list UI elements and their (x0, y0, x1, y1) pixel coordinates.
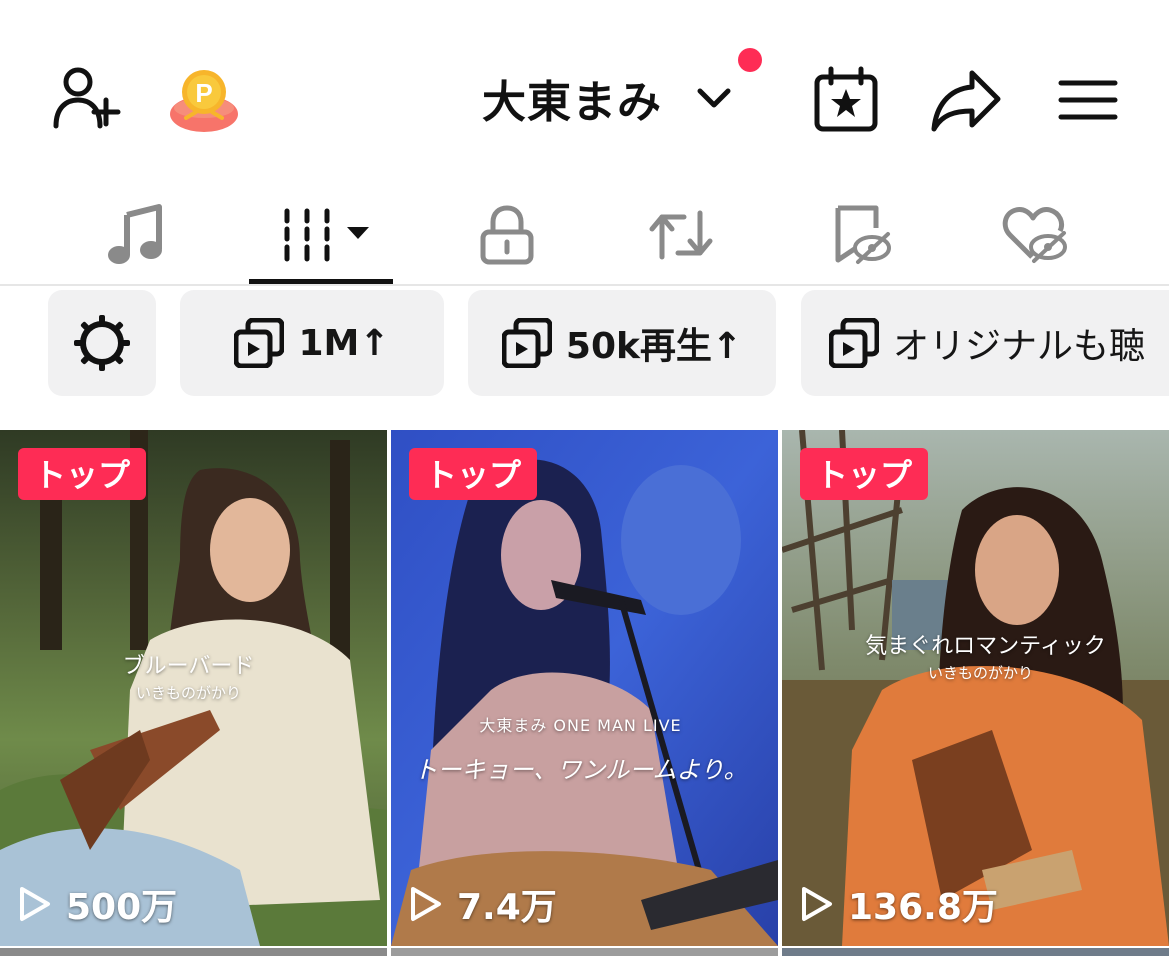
video-overlay-subtitle: いきものがかり (135, 684, 241, 702)
playlist-icon (501, 318, 552, 368)
filter-settings-button[interactable] (48, 290, 156, 396)
playlist-icon (829, 318, 879, 368)
liked-tab[interactable] (990, 185, 1080, 285)
filter-chip-label: オリジナルも聴 (893, 326, 1146, 367)
play-icon (802, 887, 832, 921)
pinned-badge: トップ (18, 448, 147, 500)
video-tile-next-row (391, 948, 778, 956)
lock-icon (480, 205, 534, 265)
filter-chip-label: 1M↑ (298, 322, 390, 364)
share-button[interactable] (926, 62, 1006, 138)
points-button[interactable]: P (166, 62, 242, 138)
pinned-badge: トップ (409, 448, 538, 500)
calendar-button[interactable] (808, 62, 884, 138)
view-count: 500万 (18, 878, 177, 930)
share-icon (931, 70, 1001, 132)
bookmark-hidden-icon (835, 205, 891, 264)
video-overlay-title: 気まぐれロマンティック (865, 634, 1106, 659)
view-count-label: 7.4万 (457, 887, 557, 928)
calendar-star-icon (814, 66, 878, 132)
menu-icon (1058, 80, 1118, 120)
video-tile-next-row (782, 948, 1169, 956)
points-icon: P (170, 70, 238, 132)
gear-icon (74, 315, 130, 371)
music-note-icon (108, 204, 162, 264)
favorites-tab[interactable] (816, 185, 906, 285)
svg-text:P: P (195, 78, 212, 108)
grid-bars-icon (284, 208, 369, 262)
repost-icon (649, 210, 713, 260)
private-tab[interactable] (462, 185, 552, 285)
video-overlay-subtitle: いきものがかり (927, 664, 1033, 682)
account-name-label: 大東まみ (482, 77, 662, 128)
filter-chip-1m[interactable]: 1M↑ (180, 290, 444, 396)
play-icon (20, 887, 50, 921)
video-overlay-title: 大東まみ ONE MAN LIVE (479, 716, 682, 735)
heart-hidden-icon (1002, 207, 1067, 263)
playlist-icon (234, 318, 285, 368)
video-thumbnail (782, 430, 1169, 946)
video-overlay-subtitle: トーキョー、ワンルームより。 (413, 756, 748, 784)
video-tile[interactable]: 大東まみ ONE MAN LIVE トーキョー、ワンルームより。 トップ 7.4… (391, 430, 778, 946)
tab-divider (0, 284, 1169, 286)
video-tile-next-row (0, 948, 387, 956)
video-overlay-title: ブルーバード (122, 654, 255, 679)
view-count: 136.8万 (800, 878, 998, 930)
add-user-button[interactable] (48, 62, 124, 138)
videos-tab[interactable] (262, 185, 382, 285)
video-tile[interactable]: 気まぐれロマンティック いきものがかり トップ 136.8万 (782, 430, 1169, 946)
filter-chip-label: 50k再生↑ (565, 326, 743, 367)
video-tile[interactable]: ブルーバード いきものがかり トップ 500万 (0, 430, 387, 946)
play-icon (411, 887, 441, 921)
music-tab[interactable] (90, 185, 180, 285)
account-switcher-button[interactable] (690, 78, 738, 118)
pinned-badge: トップ (800, 448, 929, 500)
reposts-tab[interactable] (636, 185, 726, 285)
account-name[interactable]: 大東まみ (482, 66, 662, 130)
view-count-label: 136.8万 (848, 887, 998, 928)
video-thumbnail (391, 430, 778, 946)
filter-chip-50k[interactable]: 50k再生↑ (468, 290, 776, 396)
view-count-label: 500万 (66, 887, 178, 928)
notification-dot (738, 48, 762, 72)
add-user-icon (53, 67, 121, 129)
filter-chip-original[interactable]: オリジナルも聴 (801, 290, 1169, 396)
menu-button[interactable] (1054, 66, 1122, 134)
view-count: 7.4万 (409, 878, 557, 930)
chevron-down-icon (697, 88, 731, 108)
